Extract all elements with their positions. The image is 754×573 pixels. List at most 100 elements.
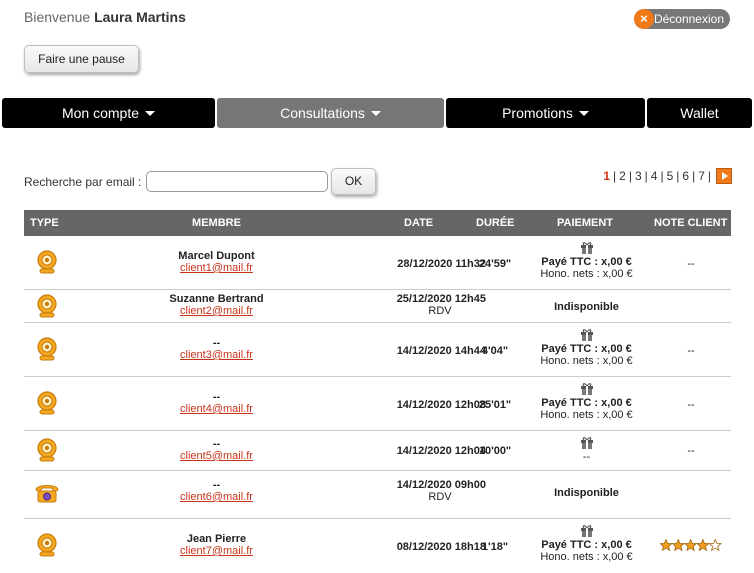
star-rating: [659, 538, 723, 555]
pagination: 1 | 2 | 3 | 4 | 5 | 6 | 7 |: [603, 168, 732, 184]
close-icon: ×: [633, 9, 654, 29]
caret-down-icon: [370, 111, 381, 116]
nav-consultations[interactable]: Consultations: [217, 98, 444, 128]
member-name: Jean Pierre: [186, 533, 247, 545]
consultation-duration: 1'18": [481, 541, 509, 553]
header-type: TYPE: [30, 217, 59, 229]
pay-hono: Hono. nets : x,00 €: [540, 355, 633, 367]
consultation-date: 08/12/2020 18h18: [396, 541, 486, 553]
payment-status: Indisponible: [554, 487, 619, 499]
header-date: DATE: [404, 217, 434, 229]
consultation-duration: 24'59": [478, 258, 512, 270]
table-header: TYPE MEMBRE DATE DURÉE PAIEMENT NOTE CLI…: [24, 210, 731, 236]
star-icon: [696, 538, 710, 552]
page-link[interactable]: 6: [682, 169, 689, 183]
consultation-date: 25/12/2020 12h45: [396, 293, 486, 305]
rdv-label: RDV: [428, 491, 452, 503]
webcam-icon: [24, 250, 69, 274]
consultation-date: 28/12/2020 11h32: [397, 258, 486, 270]
webcam-icon: [24, 294, 69, 318]
nav-wallet[interactable]: Wallet: [647, 98, 752, 128]
page-current: 1: [603, 169, 610, 183]
welcome-text: Bienvenue Laura Martins: [24, 9, 186, 25]
member-email-link[interactable]: client5@mail.fr: [124, 450, 309, 462]
rdv-label: RDV: [428, 305, 452, 317]
member-email-link[interactable]: client7@mail.fr: [124, 545, 309, 557]
member-email-link[interactable]: client2@mail.fr: [124, 305, 309, 317]
consultation-duration: 10'00": [478, 445, 512, 457]
consultation-duration: 4'04": [481, 345, 509, 357]
nav-label: Wallet: [680, 105, 719, 121]
star-icon: [671, 538, 686, 552]
page-link[interactable]: 4: [651, 169, 658, 183]
webcam-icon: [24, 438, 69, 462]
page-link[interactable]: 2: [619, 169, 626, 183]
user-name: Laura Martins: [94, 9, 186, 25]
header-duration: DURÉE: [476, 217, 515, 229]
client-note: --: [687, 345, 695, 357]
webcam-icon: [24, 337, 69, 361]
logout-label: Déconnexion: [653, 12, 724, 26]
star-icon: [683, 538, 698, 552]
star-icon: [659, 538, 673, 552]
member-name: Suzanne Bertrand: [169, 293, 264, 305]
consultations-table: TYPE MEMBRE DATE DURÉE PAIEMENT NOTE CLI…: [24, 210, 731, 573]
member-name: --: [212, 438, 221, 450]
client-note: --: [687, 258, 695, 270]
pay-ttc-value: x,00 €: [601, 397, 632, 409]
pay-ttc-label: Payé TTC :: [541, 539, 599, 551]
pay-ttc-label: Payé TTC :: [541, 397, 599, 409]
client-note: --: [687, 445, 695, 457]
consultation-date: 14/12/2020 12h04: [396, 445, 486, 457]
nav-label: Consultations: [280, 105, 365, 121]
nav-label: Promotions: [502, 105, 573, 121]
pay-hono: Hono. nets : x,00 €: [540, 409, 633, 421]
welcome-prefix: Bienvenue: [24, 9, 91, 25]
caret-down-icon: [578, 111, 589, 116]
nav-mon-compte[interactable]: Mon compte: [2, 98, 215, 128]
table-row: -- client4@mail.fr 14/12/2020 12h08 25'0…: [24, 377, 731, 431]
pay-hono: Hono. nets : x,00 €: [540, 268, 633, 280]
member-name: --: [212, 479, 221, 491]
payment-dash: --: [582, 451, 591, 463]
webcam-icon: [24, 391, 69, 415]
table-row: Jean Pierre client7@mail.fr 08/12/2020 1…: [24, 519, 731, 573]
main-nav: Mon compte Consultations Promotions Wall…: [2, 98, 752, 128]
page-link[interactable]: 5: [667, 169, 674, 183]
header-member: MEMBRE: [192, 217, 241, 229]
member-email-link[interactable]: client6@mail.fr: [124, 491, 309, 503]
page-link[interactable]: 7: [698, 169, 705, 183]
header-payment: PAIEMENT: [557, 217, 614, 229]
logout-button[interactable]: × Déconnexion: [633, 9, 730, 29]
nav-promotions[interactable]: Promotions: [446, 98, 645, 128]
gift-icon: [580, 525, 593, 537]
consultation-date: 14/12/2020 14h44: [396, 345, 486, 357]
payment-status: Indisponible: [554, 301, 619, 313]
star-empty-icon: [708, 538, 723, 552]
pay-ttc-label: Payé TTC :: [541, 256, 599, 268]
webcam-icon: [24, 533, 69, 557]
gift-icon: [580, 383, 593, 395]
nav-label: Mon compte: [61, 105, 140, 121]
member-name: --: [212, 391, 221, 403]
member-email-link[interactable]: client3@mail.fr: [124, 349, 309, 361]
search-label: Recherche par email :: [24, 175, 142, 189]
search-email-input[interactable]: [146, 171, 328, 192]
consultation-date: 14/12/2020 09h00: [396, 479, 486, 491]
page-link[interactable]: 3: [635, 169, 642, 183]
phone-icon: [24, 482, 69, 504]
table-row: -- client5@mail.fr 14/12/2020 12h04 10'0…: [24, 431, 731, 471]
caret-down-icon: [145, 111, 156, 116]
next-page-icon[interactable]: [716, 168, 732, 184]
table-row: -- client6@mail.fr 14/12/2020 09h00 RDV …: [24, 471, 731, 519]
search-ok-button[interactable]: OK: [331, 168, 376, 195]
member-email-link[interactable]: client1@mail.fr: [124, 262, 309, 274]
client-note: --: [687, 399, 695, 411]
pay-hono: Hono. nets : x,00 €: [540, 551, 633, 563]
consultation-date: 14/12/2020 12h08: [396, 399, 486, 411]
member-email-link[interactable]: client4@mail.fr: [124, 403, 309, 415]
table-row: -- client3@mail.fr 14/12/2020 14h44 4'04…: [24, 323, 731, 377]
pause-button[interactable]: Faire une pause: [24, 45, 139, 73]
gift-icon: [580, 329, 593, 341]
pay-ttc-value: x,00 €: [601, 343, 632, 355]
